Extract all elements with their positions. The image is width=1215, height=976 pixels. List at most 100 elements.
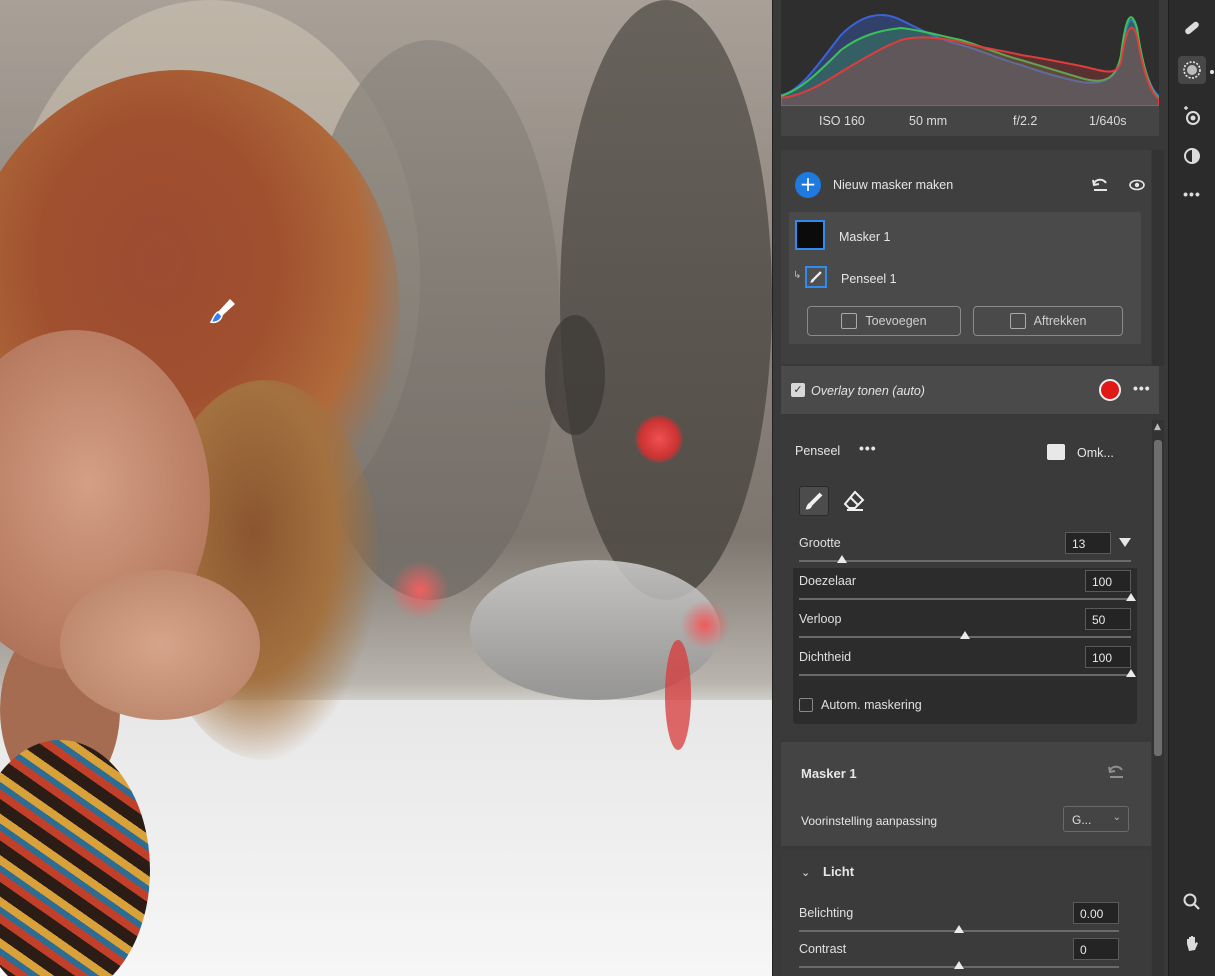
add-button[interactable]: Toevoegen — [807, 306, 961, 336]
reset-icon[interactable] — [1107, 764, 1125, 780]
slider-value-input[interactable]: 100 — [1085, 646, 1131, 668]
slider-thumb[interactable] — [960, 631, 970, 639]
slider-value-input[interactable]: 0 — [1073, 938, 1119, 960]
brush-cursor-icon — [209, 299, 235, 324]
invert-icon[interactable] — [1047, 444, 1065, 460]
slider-value-input[interactable]: 13 — [1065, 532, 1111, 554]
scrollbar-thumb[interactable] — [1154, 440, 1162, 756]
active-tool-indicator — [1210, 70, 1214, 74]
tool-strip: ••• — [1168, 0, 1215, 976]
overlay-label: Overlay tonen (auto) — [811, 384, 925, 398]
more-icon[interactable]: ••• — [1133, 380, 1151, 396]
slider-track[interactable] — [799, 560, 1131, 562]
reset-icon[interactable] — [1091, 176, 1109, 194]
slider-label: Doezelaar — [799, 574, 856, 588]
masks-section: + Nieuw masker maken Masker 1 ↳ Penseel … — [781, 150, 1151, 364]
slider-thumb[interactable] — [1126, 669, 1136, 677]
hand-tool[interactable] — [1178, 930, 1206, 958]
more-icon[interactable]: ••• — [1178, 180, 1206, 208]
new-mask-label: Nieuw masker maken — [833, 178, 954, 192]
mask-item[interactable]: Masker 1 — [789, 212, 1141, 258]
mask-component-item[interactable]: ↳ Penseel 1 — [789, 262, 1141, 298]
photo-background — [545, 315, 605, 435]
photo-background — [560, 0, 772, 600]
preset-label: Voorinstelling aanpassing — [801, 814, 938, 828]
slider-value-input[interactable]: 0.00 — [1073, 902, 1119, 924]
add-button-label: Toevoegen — [865, 314, 927, 328]
red-eye-tool[interactable] — [1178, 102, 1206, 130]
photo-canvas[interactable] — [0, 0, 772, 976]
slider-flow[interactable]: Verloop 50 — [799, 606, 1131, 644]
photo-background — [680, 600, 730, 650]
chevron-down-icon[interactable]: ⌄ — [801, 866, 810, 879]
auto-mask-label: Autom. maskering — [821, 698, 922, 712]
slider-thumb[interactable] — [954, 961, 964, 969]
exif-focal-length: 50 mm — [909, 114, 948, 128]
slider-track[interactable] — [799, 598, 1131, 600]
brush-sliders: Grootte 13 Doezelaar 100 Verloop 50 Dich… — [793, 530, 1137, 724]
invert-label[interactable]: Omk... — [1077, 446, 1114, 460]
scroll-up-icon[interactable]: ▲ — [1154, 422, 1161, 432]
mask-component-label: Penseel 1 — [841, 272, 897, 286]
child-indent-icon: ↳ — [793, 270, 802, 281]
slider-thumb[interactable] — [837, 555, 848, 563]
masking-icon — [1183, 61, 1201, 79]
slider-exposure[interactable]: Belichting 0.00 — [799, 900, 1119, 938]
brush-section: Penseel ••• Omk... Grootte 13 Doezelaar … — [781, 418, 1151, 736]
scrollbar[interactable]: ▲ — [1152, 420, 1164, 976]
masking-panel: ISO 160 50 mm f/2.2 1/640s + Nieuw maske… — [772, 0, 1168, 976]
mask-item-label: Masker 1 — [839, 230, 891, 244]
exif-shutter: 1/640s — [1089, 114, 1127, 128]
exif-bar: ISO 160 50 mm f/2.2 1/640s — [781, 106, 1159, 136]
heal-tool[interactable] — [1178, 14, 1206, 42]
heal-icon — [1185, 21, 1199, 35]
presets-tool[interactable] — [1178, 142, 1206, 170]
subtract-mask-icon — [1009, 313, 1026, 329]
exif-iso: ISO 160 — [819, 114, 865, 128]
subtract-button[interactable]: Aftrekken — [973, 306, 1123, 336]
zoom-tool[interactable] — [1178, 888, 1206, 916]
overlay-checkbox[interactable]: ✓ — [791, 383, 805, 397]
brush-more-icon[interactable]: ••• — [859, 440, 877, 456]
overlay-row: ✓ Overlay tonen (auto) ••• — [781, 366, 1159, 414]
mask-title: Masker 1 — [801, 766, 857, 781]
photo-subject-hand — [60, 570, 260, 720]
eye-icon[interactable] — [1129, 178, 1145, 192]
red-eye-icon — [1184, 106, 1200, 125]
slider-value-input[interactable]: 50 — [1085, 608, 1131, 630]
checkbox[interactable] — [799, 698, 813, 712]
subtract-button-label: Aftrekken — [1033, 314, 1087, 328]
slider-size[interactable]: Grootte 13 — [793, 530, 1137, 568]
size-dropdown-icon[interactable] — [1119, 538, 1131, 547]
slider-label: Grootte — [799, 536, 841, 550]
add-mask-icon — [841, 313, 858, 329]
slider-contrast[interactable]: Contrast 0 — [799, 936, 1119, 974]
slider-feather[interactable]: Doezelaar 100 — [799, 568, 1136, 606]
photo-background — [635, 415, 683, 463]
new-mask-button[interactable]: + Nieuw masker maken — [795, 170, 1145, 200]
slider-label: Belichting — [799, 906, 854, 920]
mask-thumbnail — [795, 220, 825, 250]
photo-background — [665, 640, 691, 750]
slider-density[interactable]: Dichtheid 100 — [799, 644, 1136, 682]
slider-thumb[interactable] — [954, 925, 964, 933]
brush-tool-icon[interactable] — [799, 486, 829, 516]
photo-background — [390, 560, 450, 620]
preset-value: G... — [1072, 813, 1092, 827]
brush-title: Penseel — [795, 444, 841, 458]
light-title[interactable]: Licht — [823, 864, 854, 879]
slider-value-input[interactable]: 100 — [1085, 570, 1131, 592]
zoom-icon — [1183, 893, 1200, 910]
preset-dropdown[interactable]: G... ⌄ — [1063, 806, 1129, 832]
scrollbar[interactable] — [1152, 150, 1164, 366]
mask-adjustment-section: Masker 1 Voorinstelling aanpassing G... … — [781, 742, 1151, 846]
slider-thumb[interactable] — [1126, 593, 1136, 601]
eraser-tool-icon[interactable] — [841, 488, 867, 514]
mask-list: Masker 1 ↳ Penseel 1 Toevoegen Aftrekken — [789, 212, 1141, 344]
masking-tool[interactable] — [1178, 56, 1206, 84]
overlay-color-swatch[interactable] — [1099, 379, 1121, 401]
slider-label: Contrast — [799, 942, 847, 956]
light-section: ⌄ Licht Belichting 0.00 Contrast 0 — [781, 850, 1151, 976]
presets-icon — [1184, 148, 1200, 164]
slider-track[interactable] — [799, 674, 1131, 676]
